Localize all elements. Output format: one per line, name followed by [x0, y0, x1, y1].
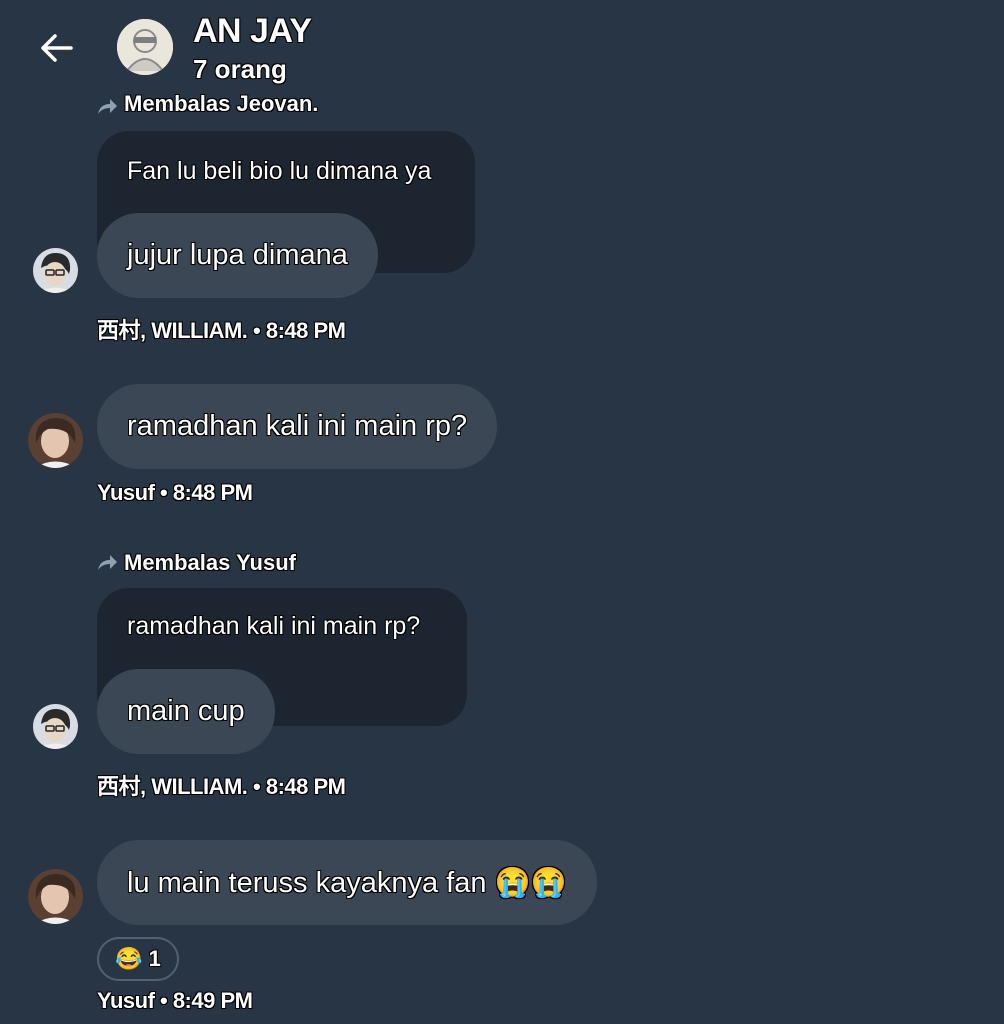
reply-arrow-icon [98, 555, 117, 570]
message-meta: 西村, WILLIAM. • 8:48 PM [97, 774, 346, 799]
avatar[interactable] [28, 869, 83, 924]
reaction-count: 1 [148, 946, 161, 971]
member-count[interactable]: 7 orang [193, 54, 287, 85]
back-button[interactable] [30, 22, 82, 74]
message-bubble[interactable]: jujur lupa dimana [97, 213, 378, 298]
laughing-emoji: 😂 [115, 946, 143, 971]
message-bubble[interactable]: lu main teruss kayaknya fan 😭😭 [97, 840, 597, 925]
message-bubble[interactable]: ramadhan kali ini main rp? [97, 384, 498, 469]
message-meta: Yusuf • 8:48 PM [97, 480, 253, 505]
message-bubble[interactable]: main cup [97, 669, 275, 754]
reply-context: Membalas Yusuf [96, 549, 296, 577]
reply-context: Membalas Jeovan. [96, 93, 318, 121]
group-avatar[interactable] [117, 19, 173, 75]
reaction-chip[interactable]: 😂 1 [97, 937, 179, 981]
avatar[interactable] [33, 248, 78, 293]
reply-arrow-icon [98, 99, 117, 114]
message-meta: Yusuf • 8:49 PM [97, 988, 253, 1013]
avatar[interactable] [28, 413, 83, 468]
arrow-left-icon [41, 34, 73, 62]
avatar[interactable] [33, 704, 78, 749]
chat-title: AN JAY [193, 12, 312, 50]
message-meta: 西村, WILLIAM. • 8:48 PM [97, 318, 346, 343]
